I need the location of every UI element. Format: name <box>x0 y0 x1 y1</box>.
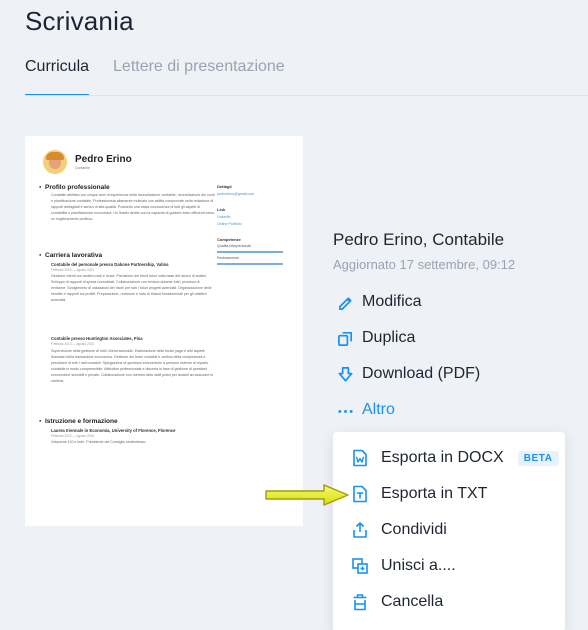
resume-career-heading: Carriera lavorativa <box>39 252 102 259</box>
document-updated: Aggiornato 17 settembre, 09:12 <box>333 257 516 272</box>
more-dropdown-menu: Esporta in DOCX BETA Esporta in TXT Cond… <box>333 432 565 630</box>
merge-icon <box>352 558 368 574</box>
resume-job1-title: Contabile del personale presso Dabone Pa… <box>51 262 169 267</box>
pointer-arrow-icon <box>265 484 349 506</box>
tabs-divider <box>25 95 588 96</box>
edit-label: Modifica <box>362 293 422 310</box>
resume-links-heading: Link <box>217 207 226 212</box>
resume-thumbnail[interactable]: Pedro Erino Contabile Profilo profession… <box>25 136 303 526</box>
resume-job2-title: Contabile presso Huntington Associates, … <box>51 336 143 341</box>
resume-edu-date: Febbraio 2014 — agosto 2016 <box>51 434 95 438</box>
download-arrow-icon <box>338 366 353 381</box>
resume-degree: Laurea triennale in Economia, University… <box>51 428 176 433</box>
menu-export-docx[interactable]: Esporta in DOCX BETA <box>351 449 559 467</box>
ellipsis-icon <box>338 409 353 413</box>
resume-job1-text: Gestione clienti con analisi costi e ric… <box>51 274 212 302</box>
tab-bar: Curricula Lettere di presentazione <box>25 58 285 96</box>
resume-email: pedroerino@gmail.com <box>217 192 255 196</box>
resume-link-linkedin: LinkedIn <box>217 215 231 219</box>
resume-details-heading: Dettagli <box>217 184 232 189</box>
download-pdf-button[interactable]: Download (PDF) <box>337 365 480 383</box>
duplicate-label: Duplica <box>362 329 416 346</box>
resume-edu-text: Votazione 110 e lode. Presidente del Con… <box>51 440 147 444</box>
menu-merge-label: Unisci a.... <box>381 557 456 574</box>
menu-merge[interactable]: Unisci a.... <box>351 557 456 575</box>
more-label: Altro <box>362 401 395 418</box>
menu-export-txt-label: Esporta in TXT <box>381 485 488 502</box>
resume-role: Contabile <box>75 166 90 170</box>
resume-job2-text: Supervisione della gestione di tutti i c… <box>51 349 214 383</box>
resume-skill-2-bar <box>217 263 283 265</box>
edit-button[interactable]: Modifica <box>337 293 422 311</box>
tab-cover-letters[interactable]: Lettere di presentazione <box>113 58 285 96</box>
tab-curricula[interactable]: Curricula <box>25 58 90 96</box>
resume-profile-text: Contabile abilitato con cinque anni di e… <box>51 193 215 221</box>
word-doc-icon <box>353 449 367 467</box>
resume-link-portfolio: Online Portfolio <box>217 222 242 226</box>
resume-education-heading: Istruzione e formazione <box>39 418 118 425</box>
share-icon <box>353 522 367 538</box>
pencil-icon <box>338 296 352 310</box>
trash-icon <box>353 594 367 611</box>
duplicate-icon <box>338 331 353 346</box>
menu-export-txt[interactable]: Esporta in TXT <box>351 485 487 503</box>
document-title[interactable]: Pedro Erino, Contabile <box>333 230 504 250</box>
menu-share[interactable]: Condividi <box>351 521 447 539</box>
download-label: Download (PDF) <box>362 365 481 382</box>
resume-job1-date: Febbraio 2016 — agosto 2021 <box>51 268 95 272</box>
menu-delete[interactable]: Cancella <box>351 593 443 611</box>
resume-skill-2: Reclutamento <box>217 256 240 260</box>
avatar <box>43 150 67 174</box>
resume-skills-heading: Competenze <box>217 237 241 242</box>
resume-name: Pedro Erino <box>75 154 132 165</box>
menu-export-docx-label: Esporta in DOCX <box>381 449 504 466</box>
resume-skill-1: Qualità interpersonali <box>217 244 251 248</box>
beta-badge: BETA <box>517 450 559 466</box>
more-button[interactable]: Altro <box>337 401 395 419</box>
duplicate-button[interactable]: Duplica <box>337 329 415 347</box>
resume-skill-1-bar <box>217 251 283 253</box>
menu-delete-label: Cancella <box>381 593 444 610</box>
resume-job2-date: Febbraio 2013 — agosto 2015 <box>51 342 95 346</box>
page-title: Scrivania <box>25 6 134 36</box>
resume-profile-heading: Profilo professionale <box>39 184 110 191</box>
menu-share-label: Condividi <box>381 521 447 538</box>
